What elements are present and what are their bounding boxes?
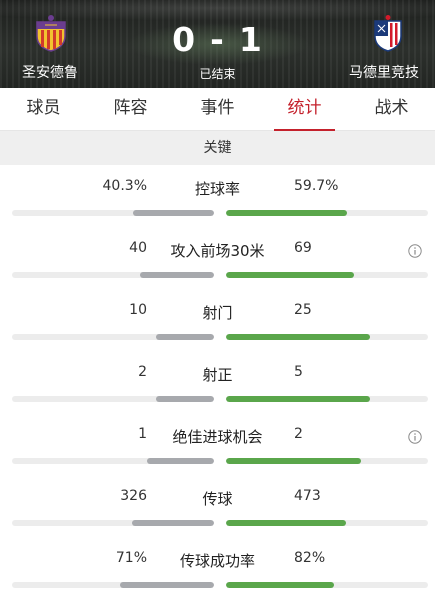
home-bar-track	[12, 458, 214, 464]
section-header-key: 关键	[0, 131, 435, 165]
home-bar-fill	[146, 458, 214, 464]
home-bar-track	[12, 582, 214, 588]
match-status: 已结束	[199, 67, 236, 81]
away-bar-fill	[226, 458, 361, 464]
tab-stats[interactable]: 统计	[261, 88, 348, 131]
info-icon[interactable]	[408, 244, 422, 258]
stat-label: 射门	[202, 304, 233, 322]
stat-label: 传球	[202, 490, 233, 508]
stat-row: 1 绝佳进球机会 2	[0, 413, 435, 475]
stat-row: 40 攻入前场30米 69	[0, 227, 435, 289]
tab-bar: 球员 阵容 事件 统计 战术	[0, 88, 435, 131]
home-bar-fill	[132, 210, 214, 216]
tab-lineup[interactable]: 阵容	[87, 88, 174, 130]
home-bar-track	[12, 210, 214, 216]
away-bar-track	[226, 272, 428, 278]
away-bar-track	[226, 458, 428, 464]
home-score: 0	[172, 20, 197, 59]
away-stat-value: 5	[294, 364, 303, 380]
home-bar-fill	[139, 272, 214, 278]
away-bar-track	[226, 396, 428, 402]
home-bar-track	[12, 334, 214, 340]
score-separator: -	[210, 20, 225, 59]
away-bar-track	[226, 582, 428, 588]
tab-tactics[interactable]: 战术	[348, 88, 435, 130]
away-stat-value: 59.7%	[294, 178, 339, 194]
away-stat-value: 69	[294, 240, 312, 256]
info-icon[interactable]	[408, 430, 422, 444]
stat-row: 2 射正 5	[0, 351, 435, 413]
away-bar-fill	[226, 520, 346, 526]
stat-row: 71% 传球成功率 82%	[0, 537, 435, 599]
stat-label: 传球成功率	[179, 552, 255, 570]
stat-label: 控球率	[194, 180, 240, 198]
tab-events[interactable]: 事件	[174, 88, 261, 130]
away-score: 1	[238, 20, 263, 59]
home-bar-track	[12, 520, 214, 526]
away-bar-track	[226, 210, 428, 216]
home-bar-fill	[156, 396, 214, 402]
stat-row: 326 传球 473	[0, 475, 435, 537]
away-stat-value: 82%	[294, 550, 326, 566]
away-stat-value: 25	[294, 302, 312, 318]
away-stat-value: 473	[294, 488, 321, 504]
stat-row: 40.3% 控球率 59.7%	[0, 165, 435, 227]
home-bar-fill	[156, 334, 214, 340]
home-bar-track	[12, 396, 214, 402]
home-bar-track	[12, 272, 214, 278]
away-bar-fill	[226, 210, 347, 216]
stats-list: 40.3% 控球率 59.7% 40 攻入前场30米 69 10 射门 25 2 射正 5 1 绝佳进球机…	[0, 165, 435, 599]
match-header: 圣安德鲁 马德里竞技 0-1 已结束	[0, 0, 435, 88]
stat-label: 攻入前场30米	[170, 242, 265, 260]
away-bar-fill	[226, 396, 371, 402]
tab-players[interactable]: 球员	[0, 88, 87, 130]
stat-row: 10 射门 25	[0, 289, 435, 351]
away-bar-fill	[226, 582, 335, 588]
home-bar-fill	[131, 520, 214, 526]
stat-label: 射正	[202, 366, 233, 384]
away-bar-fill	[226, 334, 371, 340]
scoreline: 0-1	[0, 20, 435, 59]
away-stat-value: 2	[294, 426, 303, 442]
away-bar-track	[226, 334, 428, 340]
home-bar-fill	[120, 582, 214, 588]
away-bar-track	[226, 520, 428, 526]
stat-label: 绝佳进球机会	[172, 428, 263, 446]
away-bar-fill	[226, 272, 354, 278]
